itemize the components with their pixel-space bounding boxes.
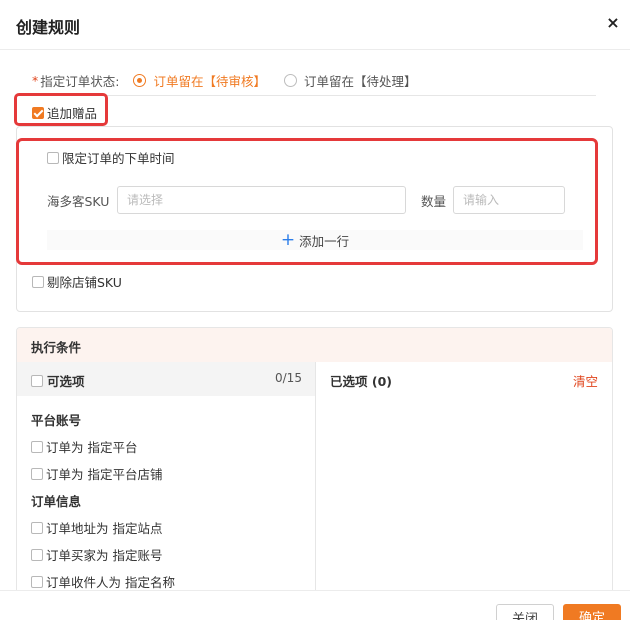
- condition-item[interactable]: 订单为 指定平台店铺: [31, 464, 162, 483]
- highlight-box-gift-details: [16, 138, 598, 265]
- condition-item[interactable]: 订单地址为 指定站点: [31, 518, 162, 537]
- column-divider: [315, 362, 316, 596]
- conditions-panel: 执行条件 可选项 0/15 已选项 (0) 清空 平台账号 订单为 指定平台 订…: [16, 327, 613, 597]
- clear-button[interactable]: 清空: [573, 371, 598, 390]
- dialog-header: 创建规则 ×: [0, 0, 630, 50]
- checkbox-icon[interactable]: [31, 440, 43, 453]
- radio-pending-review[interactable]: 订单留在【待审核】: [133, 71, 266, 90]
- order-status-row: * 指定订单状态: 订单留在【待审核】 订单留在【待处理】: [32, 71, 435, 90]
- required-mark: *: [32, 73, 39, 88]
- radio-unchecked-icon[interactable]: [283, 74, 297, 87]
- group-title-order-info: 订单信息: [31, 494, 82, 509]
- radio-pending-review-label: 订单留在【待审核】: [153, 74, 266, 89]
- conditions-title: 执行条件: [31, 340, 82, 355]
- divider: [32, 95, 596, 96]
- dialog-title: 创建规则: [16, 18, 81, 37]
- checkbox-icon[interactable]: [31, 548, 43, 561]
- highlight-box-gift: [14, 93, 108, 126]
- condition-item-label: 订单为 指定平台: [46, 440, 138, 455]
- selected-label: 已选项 (0): [330, 374, 392, 389]
- condition-item-label: 订单为 指定平台店铺: [46, 467, 163, 482]
- exclude-store-sku-label: 剔除店铺SKU: [47, 275, 122, 290]
- exclude-store-sku-checkbox[interactable]: 剔除店铺SKU: [32, 272, 122, 291]
- confirm-button[interactable]: 确定: [563, 604, 621, 620]
- condition-item-label: 订单地址为 指定站点: [46, 521, 163, 536]
- checkbox-icon[interactable]: [31, 467, 43, 480]
- checkbox-icon[interactable]: [32, 275, 44, 288]
- condition-item[interactable]: 订单为 指定平台: [31, 437, 137, 456]
- select-all-checkbox[interactable]: 可选项: [31, 371, 85, 390]
- radio-pending-process-label: 订单留在【待处理】: [303, 74, 417, 89]
- close-icon[interactable]: ×: [604, 14, 622, 32]
- checkbox-icon[interactable]: [31, 575, 43, 588]
- group-title-platform-account: 平台账号: [31, 413, 82, 428]
- radio-pending-process[interactable]: 订单留在【待处理】: [283, 71, 417, 90]
- conditions-header: 执行条件: [17, 328, 612, 362]
- available-label: 可选项: [47, 374, 85, 389]
- condition-item[interactable]: 订单买家为 指定账号: [31, 545, 162, 564]
- available-count: 0/15: [275, 371, 302, 385]
- condition-item-label: 订单买家为 指定账号: [46, 548, 163, 563]
- order-status-label: 指定订单状态:: [40, 74, 120, 89]
- radio-checked-icon[interactable]: [133, 74, 147, 87]
- condition-item[interactable]: 订单收件人为 指定名称: [31, 572, 175, 591]
- close-button[interactable]: 关闭: [496, 604, 554, 620]
- condition-item-label: 订单收件人为 指定名称: [46, 575, 175, 590]
- checkbox-icon[interactable]: [31, 374, 43, 387]
- checkbox-icon[interactable]: [31, 521, 43, 534]
